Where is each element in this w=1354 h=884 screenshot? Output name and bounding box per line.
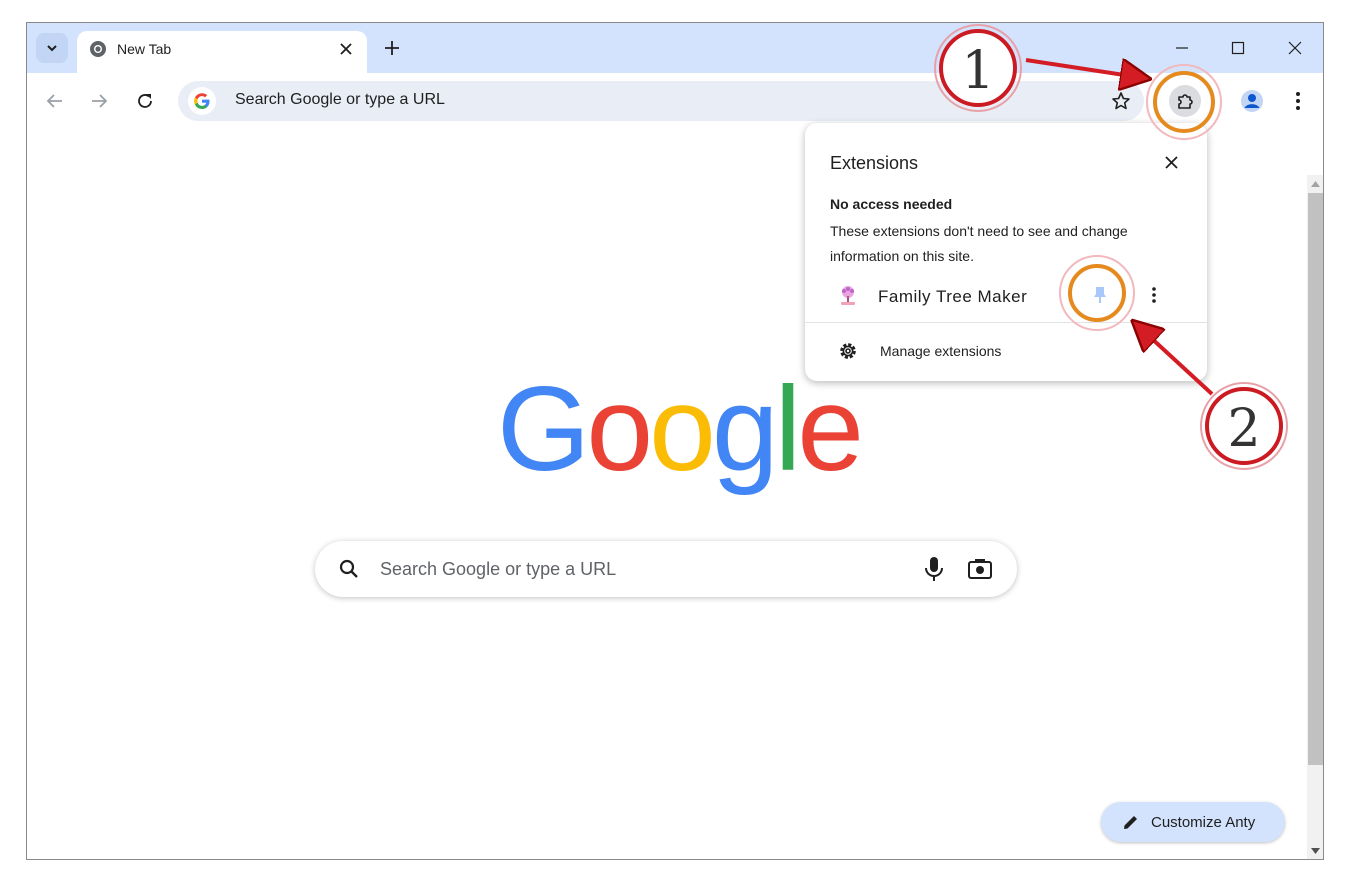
new-tab-button[interactable] — [379, 35, 405, 61]
chrome-icon — [90, 41, 106, 57]
logo-letter: G — [497, 362, 590, 496]
arrow-up-icon — [1311, 180, 1320, 187]
forward-button[interactable] — [83, 85, 115, 117]
family-tree-icon — [841, 286, 855, 305]
toolbar: Search Google or type a URL — [27, 73, 1323, 129]
logo-letter: o — [586, 362, 653, 496]
arrow-down-icon — [1311, 847, 1320, 854]
kebab-menu-icon — [1296, 92, 1300, 110]
maximize-button[interactable] — [1216, 33, 1260, 63]
logo-letter: g — [711, 362, 779, 496]
google-g-icon — [188, 87, 216, 115]
pencil-icon — [1124, 816, 1137, 829]
section-title: No access needed — [830, 196, 953, 212]
tab-search-button[interactable] — [36, 33, 68, 63]
chrome-menu-button[interactable] — [1282, 85, 1314, 117]
tab-title: New Tab — [117, 41, 172, 57]
kebab-menu-icon — [1152, 287, 1156, 303]
customize-button[interactable]: Customize Anty — [1101, 802, 1285, 842]
section-description: These extensions don't need to see and c… — [830, 223, 1128, 264]
search-placeholder: Search Google or type a URL — [380, 559, 617, 579]
bookmark-star-button[interactable] — [1105, 85, 1137, 117]
extension-menu-button[interactable] — [1141, 280, 1167, 310]
extension-name: Family Tree Maker — [878, 287, 1028, 306]
google-logo: Google — [497, 369, 864, 489]
popup-close-button[interactable] — [1158, 149, 1184, 175]
close-icon — [340, 43, 352, 55]
back-button[interactable] — [39, 85, 71, 117]
popup-title: Extensions — [830, 153, 919, 173]
close-window-button[interactable] — [1273, 33, 1317, 63]
tab-search-icon — [47, 45, 57, 52]
manage-extensions-link[interactable]: Manage extensions — [880, 343, 1001, 359]
pin-extension-button[interactable] — [1085, 280, 1115, 310]
logo-letter: e — [797, 362, 864, 496]
minimize-icon — [1176, 47, 1188, 49]
profile-button[interactable] — [1236, 85, 1268, 117]
back-arrow-icon — [46, 94, 62, 108]
close-icon — [1288, 41, 1302, 55]
gear-icon[interactable] — [837, 340, 859, 362]
star-icon — [1112, 92, 1130, 110]
customize-label: Customize Anty — [1151, 814, 1256, 831]
reload-button[interactable] — [129, 85, 161, 117]
search-icon — [339, 559, 358, 578]
minimize-button[interactable] — [1160, 33, 1204, 63]
popup-divider — [805, 322, 1207, 323]
camera-icon[interactable] — [967, 557, 993, 581]
google-search-box[interactable]: Search Google or type a URL — [315, 541, 1017, 597]
omnibox-placeholder: Search Google or type a URL — [235, 91, 445, 108]
tab-close-button[interactable] — [335, 38, 357, 60]
extensions-popup: Extensions No access needed These extens… — [805, 123, 1207, 381]
tab-strip: New Tab — [27, 23, 1323, 73]
profile-icon — [1241, 90, 1263, 112]
scroll-down-button[interactable] — [1307, 842, 1323, 859]
puzzle-icon — [1178, 94, 1193, 109]
page-scrollbar[interactable] — [1307, 175, 1323, 859]
plus-icon — [385, 41, 399, 55]
mic-icon[interactable] — [922, 555, 946, 583]
logo-letter: l — [774, 362, 802, 496]
omnibox[interactable]: Search Google or type a URL — [178, 81, 1144, 121]
scroll-up-button[interactable] — [1307, 175, 1323, 192]
close-icon — [1164, 155, 1178, 169]
pin-icon — [1094, 287, 1106, 303]
scroll-thumb[interactable] — [1308, 193, 1323, 765]
forward-arrow-icon — [92, 94, 108, 108]
tab-new-tab[interactable]: New Tab — [77, 31, 367, 73]
browser-window: New Tab Search Google or type a URL Goog… — [26, 22, 1324, 860]
logo-letter: o — [649, 362, 716, 496]
maximize-icon — [1231, 41, 1245, 55]
reload-icon — [138, 94, 152, 108]
extensions-button[interactable] — [1169, 85, 1201, 117]
